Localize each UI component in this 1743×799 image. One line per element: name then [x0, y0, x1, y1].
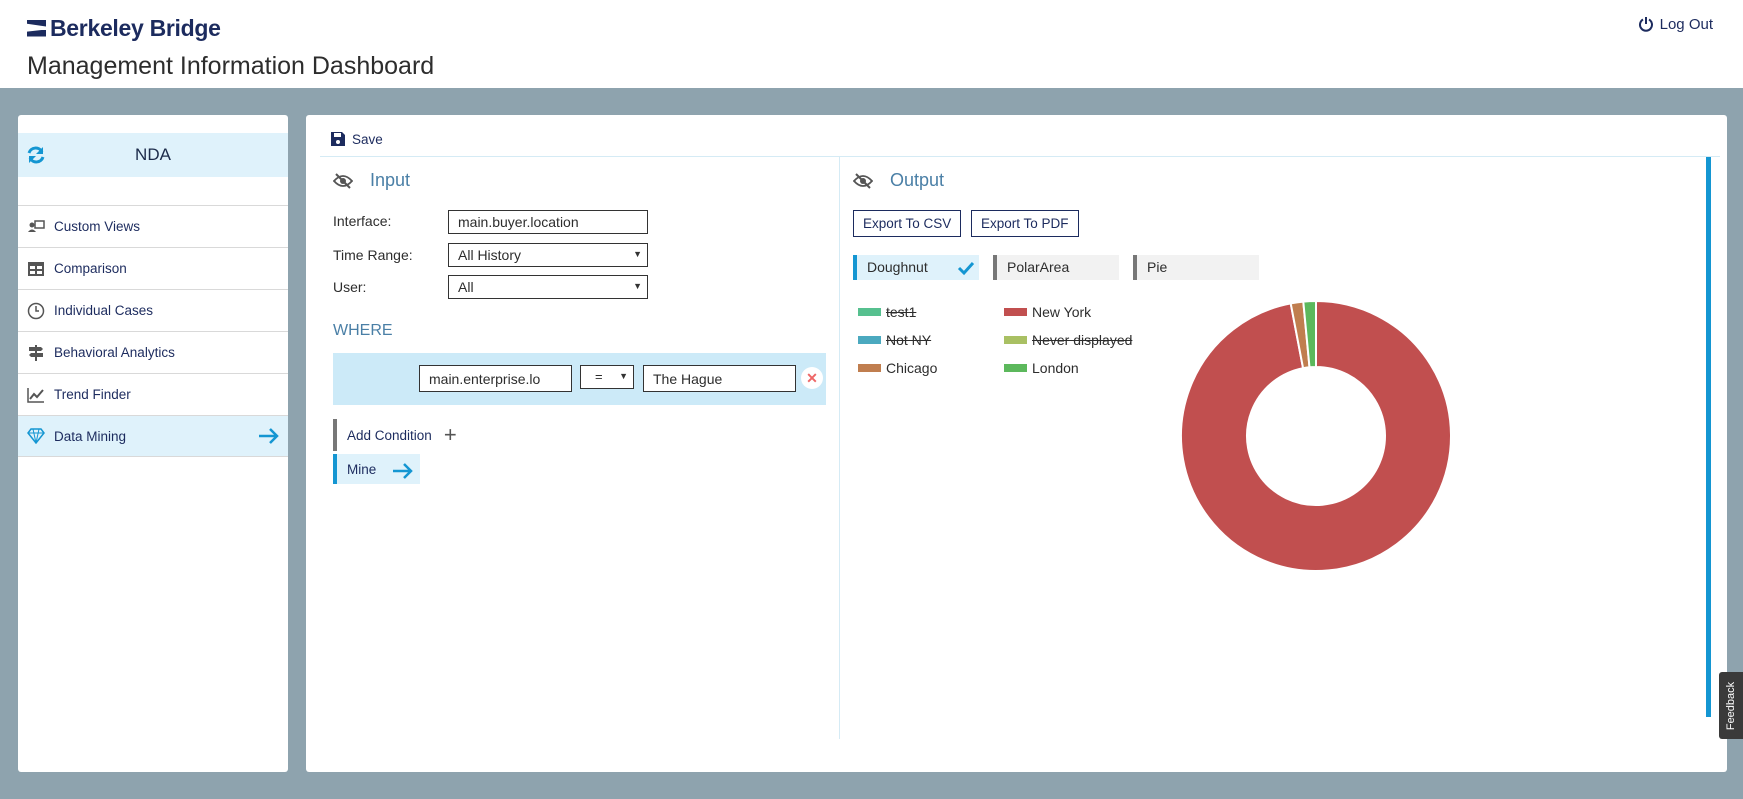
brand-name: Berkeley Bridge — [50, 14, 221, 41]
tab-label: PolarArea — [1007, 259, 1070, 275]
sidebar-header: NDA — [18, 133, 288, 177]
eye-slash-icon[interactable] — [333, 172, 353, 189]
legend-item-london[interactable]: London — [1004, 360, 1079, 376]
feedback-label: Feedback — [1725, 681, 1737, 730]
legend-label: New York — [1032, 304, 1092, 320]
sidebar-item-custom-views[interactable]: Custom Views — [18, 205, 288, 247]
interface-input[interactable]: main.buyer.location — [448, 210, 648, 234]
sidebar-item-behavioral-analytics[interactable]: Behavioral Analytics — [18, 331, 288, 373]
sidebar: NDA Custom Views Comparison Individual C… — [18, 115, 288, 772]
header-divider — [320, 156, 1720, 157]
save-button[interactable]: Save — [330, 131, 383, 147]
page-title: Management Information Dashboard — [27, 52, 435, 80]
brand-logo: Berkeley Bridge — [27, 15, 221, 41]
clock-icon — [26, 301, 46, 321]
caret-down-icon: ▼ — [633, 281, 642, 291]
remove-condition-icon[interactable]: ✕ — [801, 367, 823, 389]
trend-icon — [26, 385, 46, 405]
sidebar-title: NDA — [135, 145, 171, 164]
legend-label: Not NY — [886, 332, 932, 348]
arrow-right-icon — [259, 428, 279, 444]
add-condition-button[interactable]: Add Condition + — [333, 419, 457, 451]
refresh-icon[interactable] — [26, 145, 46, 165]
mine-label: Mine — [347, 461, 377, 477]
add-condition-label: Add Condition — [347, 427, 432, 443]
legend-swatch — [1004, 364, 1027, 372]
sidebar-item-label: Comparison — [54, 261, 127, 276]
user-value: All — [458, 279, 474, 295]
plus-icon: + — [443, 422, 457, 447]
sidebar-item-label: Behavioral Analytics — [54, 345, 175, 360]
save-label: Save — [352, 131, 383, 147]
sidebar-item-data-mining[interactable]: Data Mining — [18, 415, 288, 457]
check-icon — [957, 261, 975, 276]
sidebar-item-label: Data Mining — [54, 428, 127, 444]
sidebar-item-label: Trend Finder — [54, 387, 131, 402]
legend-label: Chicago — [886, 360, 938, 376]
output-section-title: Output — [853, 170, 944, 191]
eye-slash-icon[interactable] — [853, 172, 873, 189]
condition-field-input[interactable]: main.enterprise.lo — [419, 365, 572, 392]
user-select[interactable]: All ▼ — [448, 275, 648, 299]
caret-down-icon: ▼ — [619, 371, 628, 381]
output-title: Output — [890, 170, 945, 190]
condition-row: main.enterprise.lo = ▼ The Hague ✕ — [333, 353, 826, 405]
legend-swatch — [858, 336, 881, 344]
tab-pie[interactable]: Pie — [1133, 255, 1259, 280]
tab-label: Doughnut — [867, 259, 928, 275]
logout-button[interactable]: Log Out — [1638, 16, 1713, 33]
signpost-icon — [26, 343, 46, 363]
logout-label: Log Out — [1659, 16, 1713, 33]
sidebar-item-trend-finder[interactable]: Trend Finder — [18, 373, 288, 415]
mine-button[interactable]: Mine — [333, 454, 420, 484]
export-csv-button[interactable]: Export To CSV — [853, 210, 962, 237]
time-range-select[interactable]: All History ▼ — [448, 243, 648, 267]
condition-operator-select[interactable]: = ▼ — [580, 365, 634, 389]
sidebar-item-label: Individual Cases — [54, 303, 154, 318]
legend-swatch — [858, 308, 881, 316]
custom-views-icon — [26, 217, 46, 237]
tab-label: Pie — [1147, 259, 1168, 275]
panel-divider — [839, 157, 840, 739]
input-title: Input — [370, 170, 411, 190]
legend-label: London — [1032, 360, 1079, 376]
table-icon — [26, 259, 46, 279]
legend-item-not-ny[interactable]: Not NY — [858, 332, 931, 348]
user-label: User: — [333, 279, 367, 295]
legend-label: Never displayed — [1032, 332, 1133, 348]
floppy-disk-icon — [331, 132, 345, 146]
bridge-logo-icon — [27, 19, 46, 37]
legend-item-never-displayed[interactable]: Never displayed — [1004, 332, 1132, 348]
sidebar-item-label: Custom Views — [54, 219, 141, 234]
legend-item-new-york[interactable]: New York — [1004, 304, 1091, 320]
operator-value: = — [595, 369, 603, 384]
export-pdf-button[interactable]: Export To PDF — [971, 210, 1079, 237]
sidebar-menu: Custom Views Comparison Individual Cases… — [18, 205, 288, 457]
tab-polararea[interactable]: PolarArea — [993, 255, 1119, 280]
scrollbar[interactable] — [1706, 157, 1711, 717]
time-range-label: Time Range: — [333, 247, 413, 263]
sidebar-item-comparison[interactable]: Comparison — [18, 247, 288, 289]
doughnut-chart — [1180, 300, 1452, 572]
main-panel: Save Input Interface: main.buyer.locatio… — [306, 115, 1727, 772]
condition-value-input[interactable]: The Hague — [643, 365, 796, 392]
diamond-icon — [26, 426, 46, 446]
caret-down-icon: ▼ — [633, 249, 642, 259]
power-icon — [1638, 17, 1653, 32]
input-section-title: Input — [333, 170, 410, 191]
arrow-right-icon — [393, 463, 413, 479]
legend-swatch — [858, 364, 881, 372]
interface-label: Interface: — [333, 213, 392, 229]
legend-label: test1 — [886, 304, 917, 320]
top-bar: Berkeley Bridge Management Information D… — [0, 0, 1743, 88]
legend-swatch — [1004, 308, 1027, 316]
sidebar-item-individual-cases[interactable]: Individual Cases — [18, 289, 288, 331]
feedback-button[interactable]: Feedback — [1719, 672, 1743, 739]
legend-item-chicago[interactable]: Chicago — [858, 360, 937, 376]
tab-doughnut[interactable]: Doughnut — [853, 255, 979, 280]
time-range-value: All History — [458, 247, 522, 263]
where-title: WHERE — [333, 322, 393, 339]
legend-swatch — [1004, 336, 1027, 344]
legend-item-test1[interactable]: test1 — [858, 304, 916, 320]
